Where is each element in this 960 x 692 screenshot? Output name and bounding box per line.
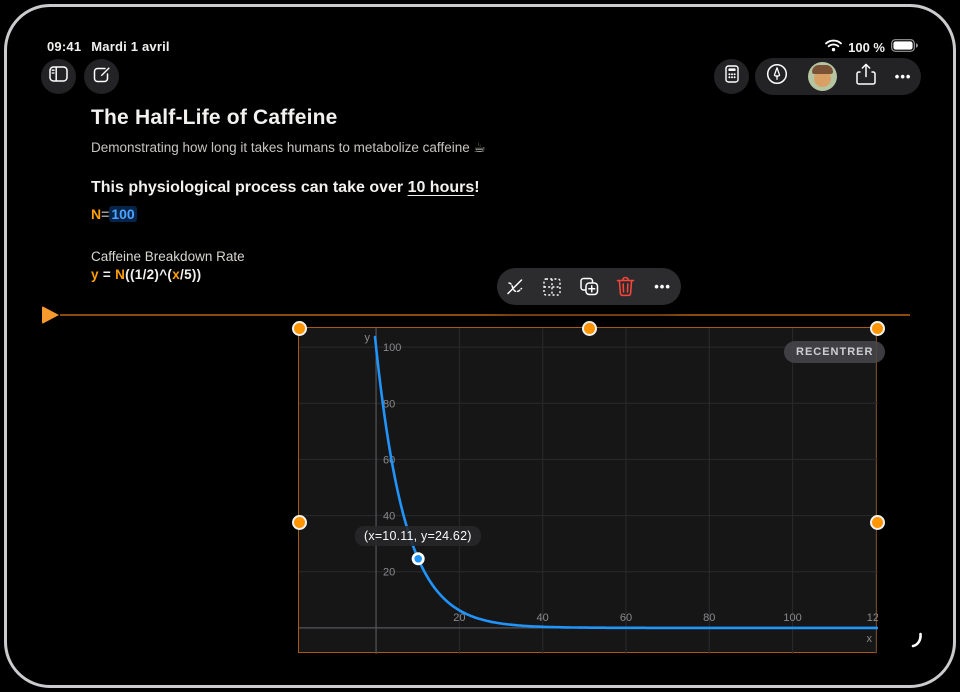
status-bar-left: 09:41 Mardi 1 avril — [47, 39, 180, 54]
resize-handle-top-left[interactable] — [292, 321, 307, 336]
recenter-button[interactable]: RECENTRER — [784, 341, 885, 363]
note-actions-toolbar: ••• — [755, 58, 921, 95]
calculator-icon — [725, 65, 739, 88]
point-coordinates-label: (x=10.11, y=24.62) — [355, 526, 481, 546]
svg-text:60: 60 — [620, 612, 632, 624]
graph-icon[interactable] — [500, 272, 530, 302]
variable-declaration: N=100 — [91, 206, 137, 222]
note-subtitle: Demonstrating how long it takes humans t… — [91, 140, 486, 156]
equation: y = N((1/2)^(x/5)) — [91, 267, 201, 282]
resize-handle-middle-right[interactable] — [870, 515, 885, 530]
svg-text:120: 120 — [867, 612, 878, 624]
svg-text:40: 40 — [383, 511, 395, 523]
svg-text:20: 20 — [383, 567, 395, 579]
graph-plot: 2040608010012020406080100yx — [299, 328, 878, 654]
compose-icon — [93, 66, 111, 88]
clock: 09:41 — [47, 39, 81, 54]
equation-label: Caffeine Breakdown Rate — [91, 249, 245, 264]
svg-text:y: y — [365, 332, 371, 344]
duplicate-icon[interactable] — [574, 272, 604, 302]
svg-text:80: 80 — [703, 612, 715, 624]
sidebar-icon — [49, 66, 68, 87]
battery-icon — [891, 39, 918, 55]
svg-text:80: 80 — [383, 398, 395, 410]
note-title: The Half-Life of Caffeine — [91, 106, 338, 130]
resize-handle-middle-left[interactable] — [292, 515, 307, 530]
graph-context-toolbar: ••• — [497, 268, 681, 305]
underlined-text: 10 hours — [408, 179, 475, 196]
pencil-stroke — [905, 622, 937, 658]
status-bar-right: 100 % — [825, 39, 918, 55]
battery-percent: 100 % — [848, 40, 885, 55]
share-button[interactable] — [856, 63, 876, 91]
date: Mardi 1 avril — [91, 39, 169, 54]
graph-block[interactable]: 2040608010012020406080100yx RECENTRER (x… — [298, 327, 877, 653]
resize-handle-top-center[interactable] — [582, 321, 597, 336]
variable-name: N — [91, 206, 101, 222]
svg-text:100: 100 — [383, 342, 401, 354]
line-marker-triangle[interactable] — [42, 306, 59, 324]
svg-text:40: 40 — [537, 612, 549, 624]
calculator-button[interactable] — [714, 59, 749, 94]
markup-button[interactable] — [765, 62, 789, 91]
svg-text:x: x — [867, 633, 873, 645]
sidebar-button[interactable] — [41, 59, 76, 94]
variable-value-token[interactable]: 100 — [109, 206, 136, 222]
svg-text:100: 100 — [783, 612, 801, 624]
more-icon[interactable]: ••• — [648, 272, 678, 302]
avatar[interactable] — [808, 62, 837, 91]
selection-ruler-line — [60, 314, 910, 316]
resize-handle-top-right[interactable] — [870, 321, 885, 336]
more-button[interactable]: ••• — [895, 69, 912, 84]
note-statement: This physiological process can take over… — [91, 179, 480, 197]
wifi-icon — [825, 39, 842, 55]
compose-button[interactable] — [84, 59, 119, 94]
trash-icon[interactable] — [611, 272, 641, 302]
grid-icon[interactable] — [537, 272, 567, 302]
